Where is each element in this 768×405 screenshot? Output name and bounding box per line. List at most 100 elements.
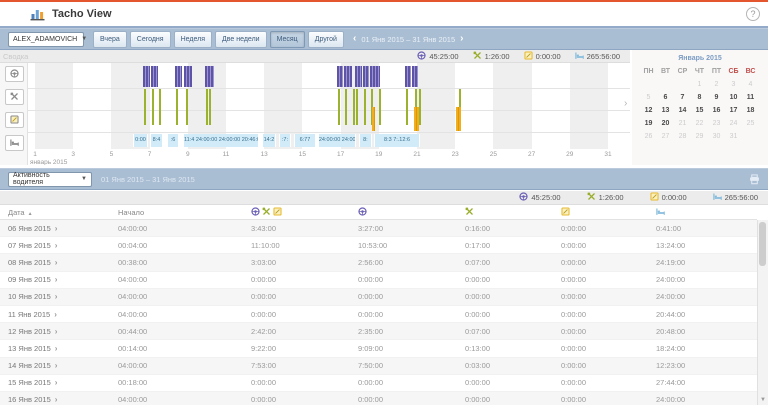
range-button-3[interactable]: Две недели bbox=[215, 31, 267, 48]
work-tools-icon bbox=[465, 207, 474, 218]
table-row-4[interactable]: 10 Янв 2015›04:00:000:00:000:00:000:00:0… bbox=[0, 289, 757, 306]
calendar-day-23: 23 bbox=[708, 117, 725, 130]
calendar-day-20[interactable]: 20 bbox=[657, 117, 674, 130]
axis-tick: 21 bbox=[408, 151, 426, 158]
calendar-day-14[interactable]: 14 bbox=[674, 104, 691, 117]
calendar-day-15[interactable]: 15 bbox=[691, 104, 708, 117]
table-row-5[interactable]: 11 Янв 2015›04:00:000:00:000:00:000:00:0… bbox=[0, 306, 757, 323]
axis-tick: 5 bbox=[102, 151, 120, 158]
column-header-driving-icon[interactable] bbox=[358, 207, 465, 218]
cell-driving: 0:00:00 bbox=[358, 275, 465, 284]
cell-availability: 0:00:00 bbox=[561, 310, 656, 319]
column-header-work-icon[interactable] bbox=[465, 207, 561, 218]
range-button-0[interactable]: Вчера bbox=[93, 31, 127, 48]
row-expand-chevron-icon[interactable]: › bbox=[55, 344, 58, 353]
summary-chart-panel: 45:25:001:26:000:00:00265:56:00 Сводка 0… bbox=[0, 50, 630, 165]
plot-gridline bbox=[28, 88, 630, 89]
plot-stripe bbox=[35, 63, 73, 149]
cell-driving: 0:00:00 bbox=[358, 378, 465, 387]
range-button-2[interactable]: Неделя bbox=[174, 31, 212, 48]
table-scrollbar[interactable]: ▼ bbox=[757, 220, 768, 405]
next-range-arrow[interactable]: › bbox=[460, 34, 463, 44]
calendar-day-16[interactable]: 16 bbox=[708, 104, 725, 117]
calendar-day-5: 5 bbox=[640, 91, 657, 104]
calendar-day-13[interactable]: 13 bbox=[657, 104, 674, 117]
table-row-2[interactable]: 08 Янв 2015›00:38:003:03:002:56:000:07:0… bbox=[0, 254, 757, 271]
calendar-day-7[interactable]: 7 bbox=[674, 91, 691, 104]
rail-rest-bed-button[interactable] bbox=[5, 135, 24, 151]
rail-steering-wheel-button[interactable] bbox=[5, 66, 24, 82]
rest-segment: 6:77 bbox=[294, 134, 316, 147]
column-header-date[interactable]: Дата▲ bbox=[8, 208, 118, 217]
table-row-1[interactable]: 07 Янв 2015›00:04:0011:10:0010:53:000:17… bbox=[0, 237, 757, 254]
driving-bar bbox=[151, 66, 158, 87]
row-expand-chevron-icon[interactable]: › bbox=[55, 258, 58, 267]
calendar-day-9[interactable]: 9 bbox=[708, 91, 725, 104]
calendar-day-11[interactable]: 11 bbox=[742, 91, 759, 104]
row-expand-chevron-icon[interactable]: › bbox=[55, 275, 58, 284]
activity-view-select[interactable]: Активность водителя ▼ bbox=[8, 172, 92, 187]
scrollbar-down-arrow[interactable]: ▼ bbox=[758, 396, 768, 405]
range-button-4[interactable]: Месяц bbox=[270, 31, 305, 48]
table-row-9[interactable]: 15 Янв 2015›00:18:000:00:000:00:000:00:0… bbox=[0, 375, 757, 392]
calendar-day-19[interactable]: 19 bbox=[640, 117, 657, 130]
table-row-6[interactable]: 12 Янв 2015›00:44:002:42:002:35:000:07:0… bbox=[0, 323, 757, 340]
work-bar bbox=[379, 89, 381, 125]
calendar-collapse-handle[interactable]: › bbox=[624, 98, 627, 109]
cell-date: 08 Янв 2015› bbox=[8, 258, 118, 267]
range-button-5[interactable]: Другой bbox=[308, 31, 344, 48]
calendar-day-8[interactable]: 8 bbox=[691, 91, 708, 104]
column-header-start[interactable]: Начало bbox=[118, 208, 251, 217]
table-row-8[interactable]: 14 Янв 2015›04:00:007:53:007:50:000:03:0… bbox=[0, 358, 757, 375]
activity-type-rail bbox=[0, 63, 28, 165]
row-expand-chevron-icon[interactable]: › bbox=[55, 224, 58, 233]
sort-asc-icon: ▲ bbox=[28, 211, 33, 217]
calendar-day-26: 26 bbox=[640, 130, 657, 143]
column-header-date-label: Дата bbox=[8, 208, 25, 217]
column-header-availability-icon[interactable] bbox=[561, 207, 656, 218]
prev-range-arrow[interactable]: ‹ bbox=[353, 34, 356, 44]
column-header-rest-icon[interactable] bbox=[656, 207, 757, 218]
row-expand-chevron-icon[interactable]: › bbox=[55, 241, 58, 250]
cell-date: 11 Янв 2015› bbox=[8, 310, 118, 319]
row-expand-chevron-icon[interactable]: › bbox=[55, 395, 58, 404]
calendar-day-empty bbox=[742, 130, 759, 143]
calendar-grid: ПНВТСРЧТПТСБВС12345678910111213141516171… bbox=[640, 65, 768, 143]
cell-work: 0:00:00 bbox=[465, 275, 561, 284]
printer-icon[interactable] bbox=[749, 174, 760, 185]
table-row-10[interactable]: 16 Янв 2015›04:00:000:00:000:00:000:00:0… bbox=[0, 392, 757, 405]
range-button-1[interactable]: Сегодня bbox=[130, 31, 171, 48]
table-row-7[interactable]: 13 Янв 2015›00:14:009:22:009:09:000:13:0… bbox=[0, 340, 757, 357]
row-expand-chevron-icon[interactable]: › bbox=[55, 378, 58, 387]
work-bar bbox=[209, 89, 211, 125]
axis-tick: 7 bbox=[141, 151, 159, 158]
calendar-day-17[interactable]: 17 bbox=[725, 104, 742, 117]
scrollbar-thumb[interactable] bbox=[759, 222, 766, 266]
calendar-day-6[interactable]: 6 bbox=[657, 91, 674, 104]
row-expand-chevron-icon[interactable]: › bbox=[55, 292, 58, 301]
column-header-total-icons[interactable] bbox=[251, 207, 358, 218]
timeline-plot: 0:008:4:611:4 24:00:00 24:00:00 20:46:01… bbox=[28, 63, 630, 165]
activity-view-select-value: Активность водителя bbox=[13, 172, 77, 186]
rail-availability-note-button[interactable] bbox=[5, 112, 24, 128]
cell-rest: 18:24:00 bbox=[656, 344, 757, 353]
row-expand-chevron-icon[interactable]: › bbox=[55, 327, 58, 336]
calendar-day-10[interactable]: 10 bbox=[725, 91, 742, 104]
rest-segment: 11:4 24:00:00 24:00:00 20:46:0 bbox=[183, 134, 259, 147]
driving-bar bbox=[143, 66, 150, 87]
calendar-day-18[interactable]: 18 bbox=[742, 104, 759, 117]
table-row-0[interactable]: 06 Янв 2015›04:00:003:43:003:27:000:16:0… bbox=[0, 220, 757, 237]
driver-select[interactable]: ALEX_ADAMOVICH ▼ bbox=[8, 32, 84, 47]
calendar-day-12[interactable]: 12 bbox=[640, 104, 657, 117]
rail-work-tools-button[interactable] bbox=[5, 89, 24, 105]
table-row-3[interactable]: 09 Янв 2015›04:00:000:00:000:00:000:00:0… bbox=[0, 272, 757, 289]
row-expand-chevron-icon[interactable]: › bbox=[55, 361, 58, 370]
help-icon[interactable]: ? bbox=[746, 7, 760, 21]
date-range-label: 01 Янв 2015 – 31 Янв 2015 bbox=[361, 35, 455, 44]
plot-gridline bbox=[28, 132, 630, 133]
rest-segment: 24:00:00 24:00:00 11: bbox=[318, 134, 356, 147]
row-expand-chevron-icon[interactable]: › bbox=[54, 310, 57, 319]
plot-stripe bbox=[493, 63, 531, 149]
mini-calendar: Январь 2015 ПНВТСРЧТПТСБВС12345678910111… bbox=[632, 50, 768, 165]
work-bar bbox=[186, 89, 188, 125]
